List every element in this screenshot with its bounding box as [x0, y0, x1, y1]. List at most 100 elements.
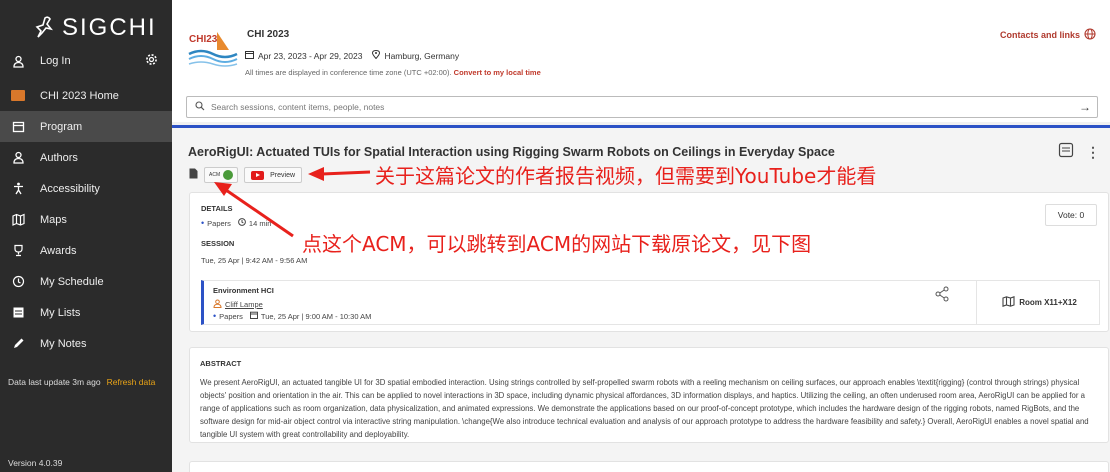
timezone-note: All times are displayed in conference ti…	[245, 68, 541, 77]
sigchi-figure-icon	[35, 16, 53, 38]
conference-dates: Apr 23, 2023 - Apr 29, 2023	[258, 50, 363, 61]
paper-type-row: • Papers 14 min	[201, 218, 271, 228]
list-add-icon[interactable]	[1058, 142, 1074, 163]
data-update-status: Data last update 3m ago Refresh data	[8, 377, 155, 387]
document-icon	[189, 166, 198, 184]
details-card: DETAILS • Papers 14 min SESSION Tue, 25 …	[189, 192, 1109, 332]
abstract-text: We present AeroRigUI, an actuated tangib…	[200, 378, 1089, 439]
sidebar-item-my-notes[interactable]: My Notes	[0, 328, 172, 359]
session-heading: SESSION	[201, 239, 235, 248]
sidebar-item-authors[interactable]: Authors	[0, 142, 172, 173]
session-type: Papers	[219, 311, 243, 321]
sidebar-item-chi-home[interactable]: CHI 2023 Home	[0, 80, 172, 111]
calendar-icon	[249, 311, 258, 321]
sidebar-item-accessibility[interactable]: Accessibility	[0, 173, 172, 204]
next-card	[189, 461, 1109, 472]
arrow-right-icon[interactable]: →	[1079, 100, 1091, 114]
data-update-text: Data last update 3m ago	[8, 377, 101, 387]
pencil-icon	[10, 336, 26, 352]
sidebar-item-label: CHI 2023 Home	[40, 89, 119, 102]
conference-location: Hamburg, Germany	[384, 50, 460, 61]
sidebar-item-awards[interactable]: Awards	[0, 235, 172, 266]
conference-title: CHI 2023	[247, 29, 290, 40]
sidebar-item-label: Accessibility	[40, 182, 100, 195]
contacts-link[interactable]: Contacts and links	[1000, 28, 1096, 42]
sidebar-item-label: Program	[40, 120, 83, 133]
session-name: Environment HCI	[213, 286, 274, 295]
search-icon	[195, 101, 205, 113]
acm-badge-icon	[223, 170, 234, 180]
conference-meta: Apr 23, 2023 - Apr 29, 2023 Hamburg, Ger…	[245, 49, 460, 61]
sidebar-item-maps[interactable]: Maps	[0, 204, 172, 235]
vote-button[interactable]: Vote: 0	[1045, 204, 1097, 226]
convert-time-link[interactable]: Convert to my local time	[454, 68, 541, 77]
sigchi-logo[interactable]: SIGCHI	[30, 14, 157, 42]
paper-type: Papers	[207, 218, 231, 228]
paper-actions: ⋮	[1058, 142, 1100, 163]
paper-duration: 14 min	[248, 218, 272, 228]
abstract-heading: ABSTRACT	[200, 359, 242, 368]
list-icon	[10, 305, 26, 321]
search-input[interactable]: Search sessions, content items, people, …	[186, 96, 1098, 118]
sigchi-logo-text: SIGCHI	[62, 14, 157, 41]
abstract-card: ABSTRACT We present AeroRigUI, an actuat…	[189, 347, 1109, 443]
session-item[interactable]: Environment HCI Cliff Lampe • Papers Tue…	[201, 280, 1100, 325]
sidebar-item-label: Maps	[40, 213, 67, 226]
preview-button[interactable]: Preview	[244, 167, 303, 183]
share-icon[interactable]	[934, 286, 950, 307]
chi23-logo-text: CHI23	[189, 34, 218, 45]
accessibility-icon	[10, 181, 26, 197]
login-label: Log In	[40, 55, 71, 67]
timezone-text: All times are displayed in conference ti…	[245, 68, 452, 77]
map-icon	[10, 212, 26, 228]
sidebar-item-label: My Schedule	[40, 275, 104, 288]
sidebar-item-label: Authors	[40, 151, 78, 164]
sidebar-item-label: My Notes	[40, 337, 87, 350]
annotation-acm-note: 点这个ACM，可以跳转到ACM的网站下载原论文，见下图	[302, 232, 812, 256]
contacts-label: Contacts and links	[999, 30, 1080, 40]
session-slot: Tue, 25 Apr | 9:00 AM - 10:30 AM	[260, 311, 372, 321]
globe-icon	[1084, 28, 1096, 42]
more-vertical-icon[interactable]: ⋮	[1086, 144, 1100, 161]
sidebar-item-label: Awards	[40, 244, 77, 257]
session-chair-link[interactable]: Cliff Lampe	[225, 300, 263, 309]
session-slot-row: • Papers Tue, 25 Apr | 9:00 AM - 10:30 A…	[213, 311, 371, 321]
refresh-data-link[interactable]: Refresh data	[107, 377, 156, 387]
conference-header: CHI23 CHI 2023 Apr 23, 2023 - Apr 29, 20…	[172, 0, 1110, 122]
bullet-icon: •	[213, 311, 217, 321]
session-time: Tue, 25 Apr | 9:42 AM - 9:56 AM	[201, 256, 308, 265]
person-icon	[10, 150, 26, 166]
annotation-video-note: 关于这篇论文的作者报告视频，但需要到YouTube才能看	[375, 164, 877, 188]
gear-icon[interactable]	[145, 53, 158, 69]
version-label: Version 4.0.39	[8, 458, 63, 468]
trophy-icon	[10, 243, 26, 259]
acm-button[interactable]: ACM	[204, 167, 239, 183]
clock-icon	[10, 274, 26, 290]
location-pin-icon	[372, 49, 381, 61]
bullet-icon: •	[201, 218, 205, 228]
person-icon	[10, 53, 26, 69]
sidebar: SIGCHI Log In CHI 2023 Home Program Auth…	[0, 0, 172, 472]
paper-link-buttons: ACM Preview	[189, 166, 303, 184]
sidebar-item-my-schedule[interactable]: My Schedule	[0, 266, 172, 297]
details-heading: DETAILS	[201, 204, 233, 213]
room-link[interactable]: Room X11+X12	[976, 281, 1102, 324]
acm-label: ACM	[209, 172, 221, 178]
chi23-logo[interactable]: CHI23	[187, 28, 239, 68]
chi-logo-icon	[10, 88, 26, 104]
person-icon	[213, 299, 222, 310]
room-label: Room X11+X12	[1019, 298, 1077, 307]
preview-label: Preview	[270, 171, 296, 179]
map-icon	[1002, 296, 1015, 309]
youtube-icon	[251, 170, 265, 180]
session-chair-row: Cliff Lampe	[213, 299, 263, 310]
paper-title: AeroRigUI: Actuated TUIs for Spatial Int…	[188, 145, 835, 159]
sidebar-item-program[interactable]: Program	[0, 111, 172, 142]
login-button[interactable]: Log In	[0, 50, 172, 72]
sidebar-item-label: My Lists	[40, 306, 81, 319]
search-placeholder: Search sessions, content items, people, …	[211, 102, 385, 112]
calendar-icon	[10, 119, 26, 135]
clock-icon	[238, 218, 246, 228]
sidebar-item-my-lists[interactable]: My Lists	[0, 297, 172, 328]
calendar-icon	[245, 50, 254, 61]
